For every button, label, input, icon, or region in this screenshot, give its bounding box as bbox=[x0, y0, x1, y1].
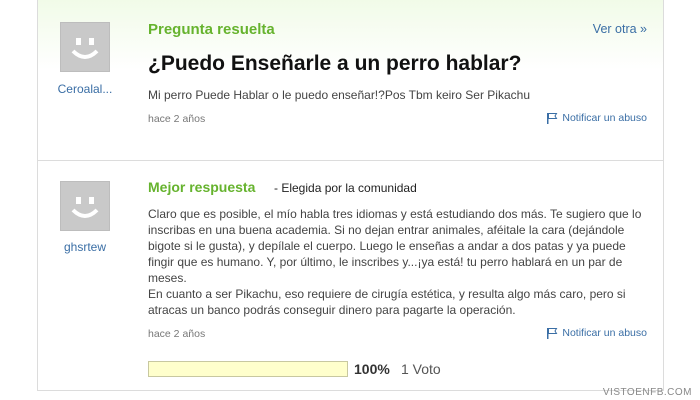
question-title: ¿Puedo Enseñarle a un perro hablar? bbox=[148, 52, 522, 75]
answer-body: Claro que es posible, el mío habla tres … bbox=[148, 206, 653, 318]
answerer-avatar-icon[interactable] bbox=[60, 181, 110, 231]
best-answer-title: Mejor respuesta bbox=[148, 179, 256, 195]
answerer-username-link[interactable]: ghsrtew bbox=[50, 240, 120, 254]
asker-username-link[interactable]: Ceroalal... bbox=[50, 82, 120, 96]
answer-report-abuse-link[interactable]: Notificar un abuso bbox=[546, 327, 647, 339]
report-label: Notificar un abuso bbox=[562, 327, 647, 339]
question-report-abuse-link[interactable]: Notificar un abuso bbox=[546, 112, 647, 124]
flag-icon bbox=[547, 328, 558, 339]
question-timestamp: hace 2 años bbox=[148, 113, 206, 125]
yahoo-answers-panel: Ceroalal... Pregunta resuelta Ver otra »… bbox=[37, 0, 664, 391]
flag-icon bbox=[547, 113, 558, 124]
asker-avatar-icon[interactable] bbox=[60, 22, 110, 72]
watermark: VISTOENFB.COM bbox=[602, 387, 692, 398]
vote-progress-fill bbox=[149, 362, 347, 376]
answer-timestamp: hace 2 años bbox=[148, 328, 206, 340]
question-status-title: Pregunta resuelta bbox=[148, 21, 275, 38]
question-section: Ceroalal... Pregunta resuelta Ver otra »… bbox=[38, 0, 663, 161]
vote-progress-bar bbox=[148, 361, 348, 377]
vote-count: 1 Voto bbox=[401, 361, 441, 377]
see-other-link[interactable]: Ver otra » bbox=[593, 22, 647, 36]
report-label: Notificar un abuso bbox=[562, 112, 647, 124]
best-answer-section: ghsrtew Mejor respuesta - Elegida por la… bbox=[38, 161, 663, 390]
vote-percent: 100% bbox=[354, 361, 390, 377]
question-detail: Mi perro Puede Hablar o le puedo enseñar… bbox=[148, 88, 530, 102]
chosen-by-community: - Elegida por la comunidad bbox=[274, 181, 417, 195]
answer-paragraph: Claro que es posible, el mío habla tres … bbox=[148, 207, 642, 285]
answer-paragraph: En cuanto a ser Pikachu, eso requiere de… bbox=[148, 287, 626, 317]
